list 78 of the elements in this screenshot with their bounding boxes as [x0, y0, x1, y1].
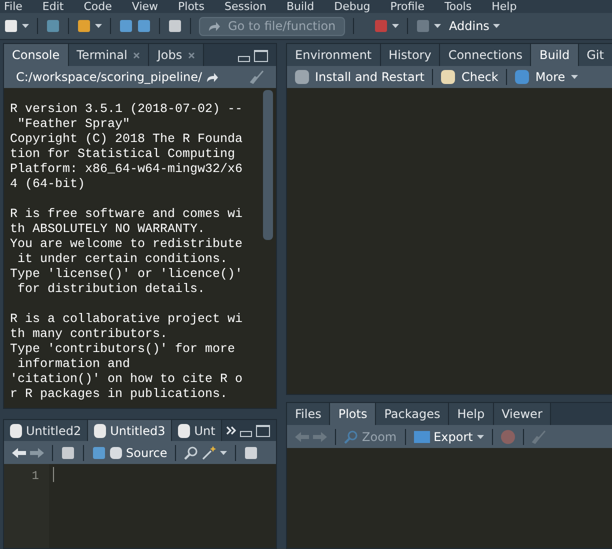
tab[interactable]: History	[380, 44, 440, 66]
minimize-icon[interactable]	[238, 56, 250, 62]
search-icon[interactable]	[184, 446, 198, 460]
console-line: 'citation()' on how to cite R o	[10, 372, 243, 387]
console-line: Type 'contributors()' for more	[10, 342, 236, 357]
tab[interactable]: Console	[4, 44, 69, 66]
menu-item[interactable]: View	[132, 0, 158, 13]
tab[interactable]: Jobs	[149, 44, 204, 66]
tab[interactable]: Connections	[440, 44, 532, 66]
caret-icon[interactable]	[392, 24, 399, 28]
console-line: Platform: x86_64-w64-mingw32/x6	[10, 162, 243, 177]
caret-icon[interactable]	[493, 24, 500, 28]
tab[interactable]: Terminal	[68, 44, 150, 66]
menu-item[interactable]: Profile	[390, 0, 424, 13]
caret-icon[interactable]	[22, 24, 29, 28]
caret-icon[interactable]	[220, 450, 228, 454]
close-icon[interactable]	[133, 52, 140, 58]
build-action-button[interactable]: Install and Restart	[295, 68, 424, 86]
text-cursor	[53, 467, 54, 482]
back-icon[interactable]	[12, 448, 26, 458]
caret-icon[interactable]	[95, 24, 102, 28]
menu-item[interactable]: Debug	[334, 0, 370, 13]
console-line: r R packages in publications.	[10, 387, 228, 402]
console-line: information and	[16, 357, 130, 372]
console-line: R is a collaborative project wi	[10, 312, 243, 327]
console-line: You are welcome to redistribute	[10, 237, 243, 252]
broom-icon[interactable]	[250, 70, 264, 84]
tab[interactable]: Viewer	[494, 403, 552, 425]
tab[interactable]: Files	[287, 403, 330, 425]
tab[interactable]: Environment	[287, 44, 381, 66]
menu-item[interactable]: File	[4, 0, 22, 13]
source-on-save-checkbox[interactable]	[110, 446, 122, 458]
tab[interactable]: Git	[578, 44, 612, 66]
build-action-button[interactable]: Check	[441, 68, 498, 86]
menu-item[interactable]: Build	[286, 0, 314, 13]
menu-item[interactable]: Help	[492, 0, 517, 13]
scrollbar-thumb[interactable]	[263, 90, 273, 240]
source-on-save-label: Source	[126, 444, 168, 462]
console-line: tion for Statistical Computing	[10, 147, 236, 162]
tab[interactable]: Untitled3	[88, 420, 172, 441]
menu-item[interactable]: Code	[84, 0, 112, 13]
close-icon[interactable]	[188, 52, 196, 58]
tab[interactable]: Build	[531, 44, 579, 66]
console-line: R is free software and comes wi	[10, 207, 243, 222]
console-line: th ABSOLUTELY NO WARRANTY.	[10, 222, 206, 237]
menu-item[interactable]: Session	[224, 0, 266, 13]
console-line: th many contributors.	[10, 327, 168, 342]
minimize-icon[interactable]	[240, 431, 252, 437]
tab[interactable]: Untitled2	[4, 420, 88, 441]
double-chevron-icon[interactable]	[226, 426, 236, 435]
maximize-icon[interactable]	[254, 50, 268, 62]
menu-item[interactable]: Plots	[178, 0, 204, 13]
working-directory-path: C:/workspace/scoring_pipeline/	[16, 69, 202, 86]
addins-button[interactable]: Addins	[449, 17, 500, 35]
build-action-button[interactable]: More	[515, 68, 578, 86]
curved-arrow-icon[interactable]	[208, 22, 220, 30]
console-line: 4 (64-bit)	[10, 177, 86, 192]
line-number: 1	[32, 468, 39, 485]
console-line: "Feather Spray"	[16, 117, 130, 132]
maximize-icon[interactable]	[256, 425, 270, 437]
tab[interactable]: Unt	[172, 420, 222, 441]
tab[interactable]: Help	[449, 403, 494, 425]
console-line: R version 3.5.1 (2018-07-02) --	[10, 102, 243, 117]
forward-icon[interactable]	[30, 448, 44, 458]
console-line: it under certain conditions.	[16, 252, 228, 267]
tab[interactable]: Plots	[330, 403, 376, 425]
caret-icon[interactable]	[434, 24, 441, 28]
caret-icon[interactable]	[571, 75, 578, 79]
menu-item[interactable]: Edit	[42, 0, 64, 13]
console-line: Copyright (C) 2018 The R Founda	[10, 132, 243, 147]
tab[interactable]: Packages	[376, 403, 450, 425]
console-line: Type 'license()' or 'licence()'	[10, 267, 243, 282]
menu-item[interactable]: Tools	[444, 0, 472, 13]
export-button[interactable]: Export	[414, 428, 484, 446]
curved-arrow-icon[interactable]	[206, 72, 218, 82]
caret-icon[interactable]	[476, 434, 484, 438]
console-line: for distribution details.	[16, 282, 206, 297]
magic-wand-icon[interactable]	[202, 446, 216, 460]
